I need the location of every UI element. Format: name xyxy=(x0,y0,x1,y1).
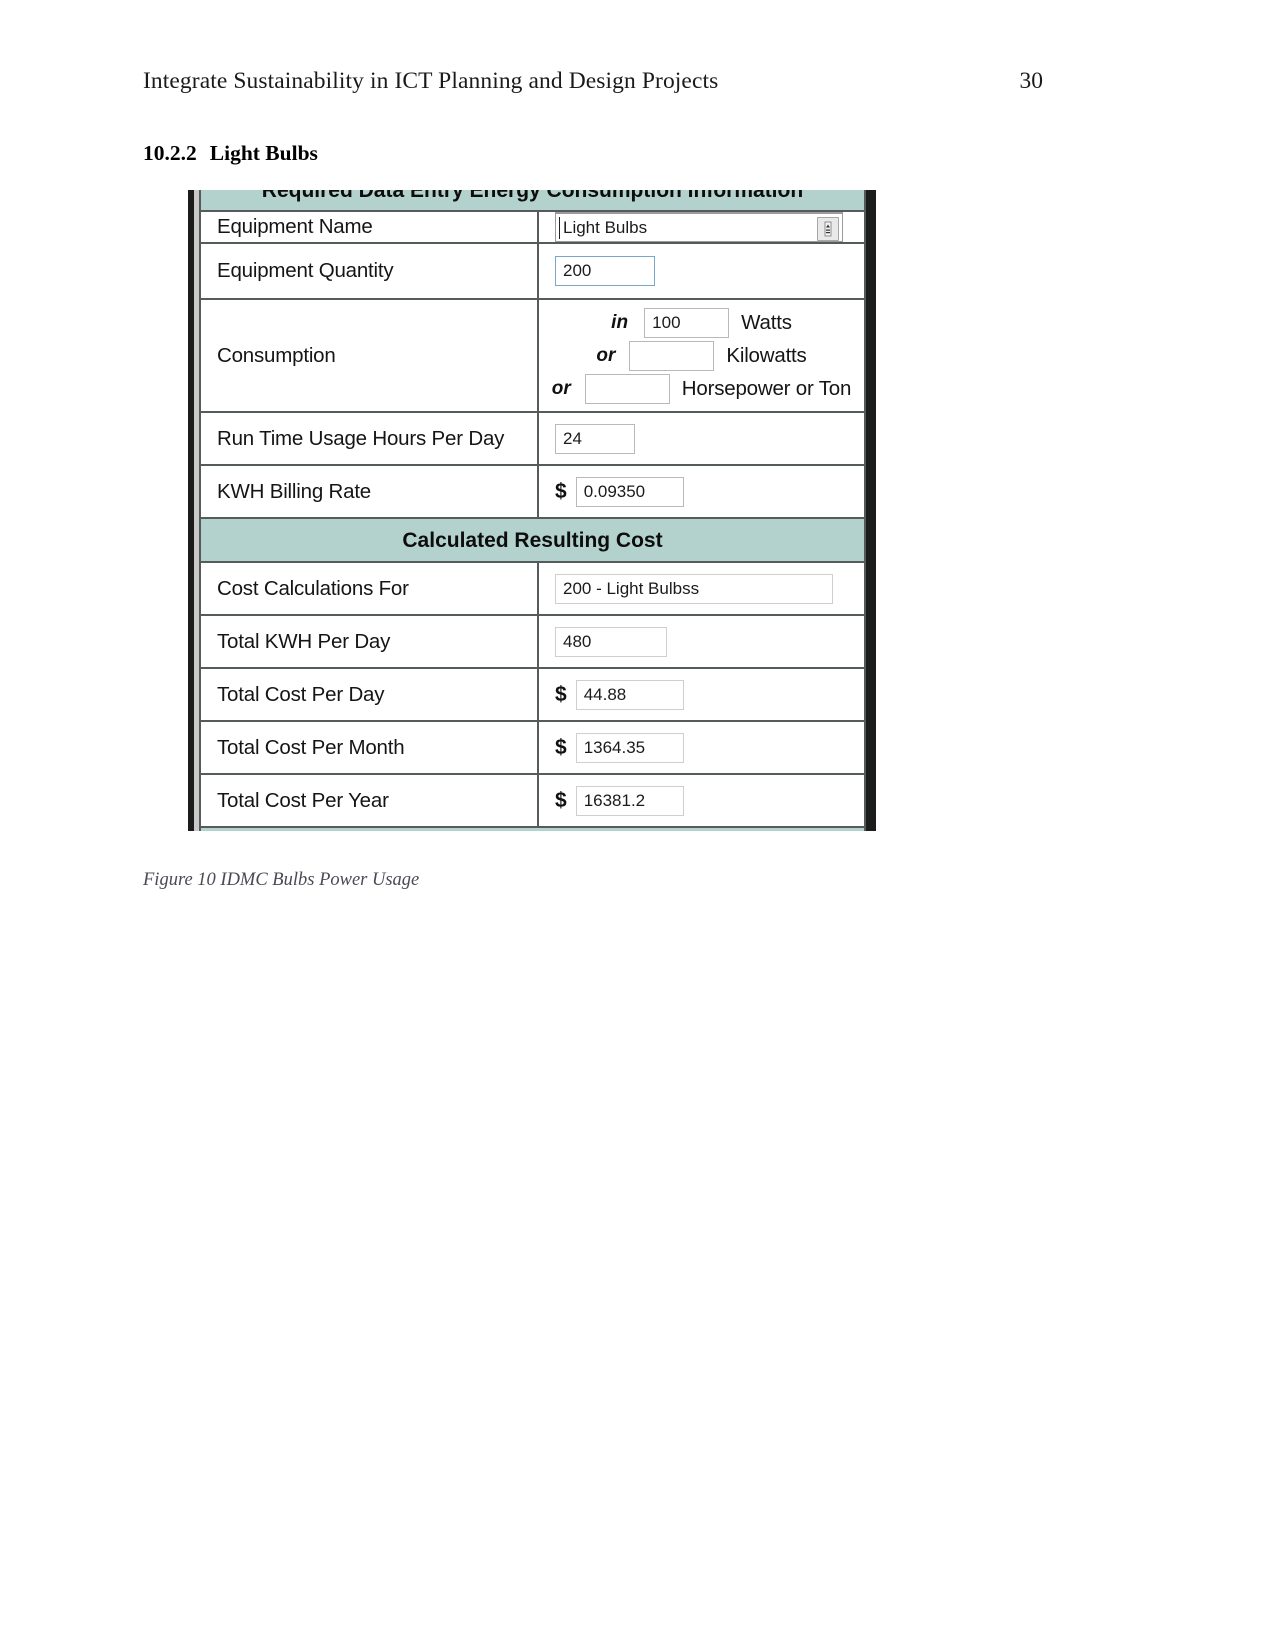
total-cost-per-day-output: 44.88 xyxy=(575,679,684,710)
row-kwh-billing-rate-label: KWH Billing Rate xyxy=(199,466,539,517)
page-number: 30 xyxy=(1019,68,1044,94)
consumption-unit-kilowatts: Kilowatts xyxy=(726,343,807,367)
consumption-connector-or-1: or xyxy=(596,344,616,366)
row-consumption-label: Consumption xyxy=(199,300,539,411)
currency-symbol-cost-day: $ xyxy=(555,682,567,706)
spinner-picker-icon[interactable] xyxy=(817,217,839,241)
row-kwh-billing-rate: KWH Billing Rate $ 0.09350 xyxy=(199,466,866,519)
consumption-kilowatts-input[interactable] xyxy=(629,340,715,371)
screenshot-left-edge xyxy=(188,190,199,831)
cost-calculations-for-value: 200 - Light Bulbss xyxy=(563,578,700,598)
section-title: Light Bulbs xyxy=(209,141,318,165)
row-equipment-quantity: Equipment Quantity 200 xyxy=(199,244,866,300)
required-data-entry-banner: Required Data Entry Energy Consumption I… xyxy=(199,190,866,212)
document-title: Integrate Sustainability in ICT Planning… xyxy=(143,68,719,94)
consumption-line-kilowatts: or Kilowatts xyxy=(596,340,807,371)
run-time-hours-input[interactable]: 24 xyxy=(555,423,635,454)
row-total-cost-per-day-value-cell: $ 44.88 xyxy=(539,669,866,720)
equipment-name-input[interactable]: Light Bulbs xyxy=(555,212,843,242)
kwh-billing-rate-input-value: 0.09350 xyxy=(583,481,646,501)
row-total-cost-per-month-label: Total Cost Per Month xyxy=(199,722,539,773)
row-total-kwh-per-day-value-cell: 480 xyxy=(539,616,866,667)
consumption-unit-horsepower: Horsepower or Ton xyxy=(681,376,852,400)
total-kwh-per-day-value: 480 xyxy=(563,631,592,651)
row-consumption: Consumption in 100 Watts or Kilowatts or… xyxy=(199,300,866,413)
row-total-cost-per-year-label: Total Cost Per Year xyxy=(199,775,539,826)
row-equipment-name-value-cell: Light Bulbs xyxy=(539,212,866,242)
consumption-horsepower-input[interactable] xyxy=(584,373,670,404)
screenshot-right-edge xyxy=(866,190,876,831)
figure-energy-consumption-form: Required Data Entry Energy Consumption I… xyxy=(188,190,876,831)
section-heading: 10.2.2 Light Bulbs xyxy=(143,141,318,166)
row-equipment-quantity-label: Equipment Quantity xyxy=(199,244,539,298)
kwh-billing-rate-input[interactable]: 0.09350 xyxy=(575,476,684,507)
row-equipment-name-label: Equipment Name xyxy=(199,212,539,242)
row-equipment-name: Equipment Name Light Bulbs xyxy=(199,212,866,244)
row-run-time-hours-label: Run Time Usage Hours Per Day xyxy=(199,413,539,464)
text-caret xyxy=(559,217,560,239)
bottom-banner-clipped xyxy=(199,828,866,831)
row-total-cost-per-month: Total Cost Per Month $ 1364.35 xyxy=(199,722,866,775)
consumption-connector-or-2: or xyxy=(551,377,571,399)
total-cost-per-month-output: 1364.35 xyxy=(575,732,684,763)
page-running-head: Integrate Sustainability in ICT Planning… xyxy=(143,68,1043,95)
row-total-kwh-per-day: Total KWH Per Day 480 xyxy=(199,616,866,669)
row-total-cost-per-day-label: Total Cost Per Day xyxy=(199,669,539,720)
section-number: 10.2.2 xyxy=(143,141,197,165)
equipment-quantity-input-value: 200 xyxy=(563,261,592,280)
row-equipment-quantity-value-cell: 200 xyxy=(539,244,866,298)
run-time-hours-input-value: 24 xyxy=(563,428,582,448)
row-total-cost-per-year: Total Cost Per Year $ 16381.2 xyxy=(199,775,866,828)
equipment-quantity-input[interactable]: 200 xyxy=(555,256,655,286)
row-cost-calculations-for: Cost Calculations For 200 - Light Bulbss xyxy=(199,563,866,616)
currency-symbol-kwh-rate: $ xyxy=(555,479,567,503)
consumption-watts-input-value: 100 xyxy=(652,312,681,332)
required-data-entry-banner-label: Required Data Entry Energy Consumption I… xyxy=(261,190,804,202)
total-kwh-per-day-output: 480 xyxy=(555,626,667,657)
consumption-connector-in: in xyxy=(611,311,629,333)
consumption-line-watts: in 100 Watts xyxy=(611,307,792,338)
row-total-cost-per-year-value-cell: $ 16381.2 xyxy=(539,775,866,826)
row-total-kwh-per-day-label: Total KWH Per Day xyxy=(199,616,539,667)
row-consumption-value-cell: in 100 Watts or Kilowatts or Horsepower … xyxy=(539,300,866,411)
row-total-cost-per-day: Total Cost Per Day $ 44.88 xyxy=(199,669,866,722)
row-run-time-hours-value-cell: 24 xyxy=(539,413,866,464)
row-total-cost-per-month-value-cell: $ 1364.35 xyxy=(539,722,866,773)
currency-symbol-cost-year: $ xyxy=(555,788,567,812)
row-cost-calculations-for-value-cell: 200 - Light Bulbss xyxy=(539,563,866,614)
total-cost-per-year-output: 16381.2 xyxy=(575,785,684,816)
cost-calculations-for-output: 200 - Light Bulbss xyxy=(555,573,833,604)
total-cost-per-day-value: 44.88 xyxy=(583,684,627,704)
calculated-resulting-cost-banner-label: Calculated Resulting Cost xyxy=(402,529,663,552)
row-run-time-hours: Run Time Usage Hours Per Day 24 xyxy=(199,413,866,466)
equipment-name-input-value: Light Bulbs xyxy=(563,217,648,237)
consumption-line-horsepower: or Horsepower or Ton xyxy=(552,373,851,404)
currency-symbol-cost-month: $ xyxy=(555,735,567,759)
energy-consumption-form: Required Data Entry Energy Consumption I… xyxy=(199,190,866,831)
row-cost-calculations-for-label: Cost Calculations For xyxy=(199,563,539,614)
consumption-unit-watts: Watts xyxy=(741,310,792,334)
total-cost-per-month-value: 1364.35 xyxy=(583,737,646,757)
calculated-resulting-cost-banner: Calculated Resulting Cost xyxy=(199,519,866,563)
total-cost-per-year-value: 16381.2 xyxy=(583,790,646,810)
row-kwh-billing-rate-value-cell: $ 0.09350 xyxy=(539,466,866,517)
figure-caption: Figure 10 IDMC Bulbs Power Usage xyxy=(143,870,420,890)
consumption-watts-input[interactable]: 100 xyxy=(644,307,730,338)
